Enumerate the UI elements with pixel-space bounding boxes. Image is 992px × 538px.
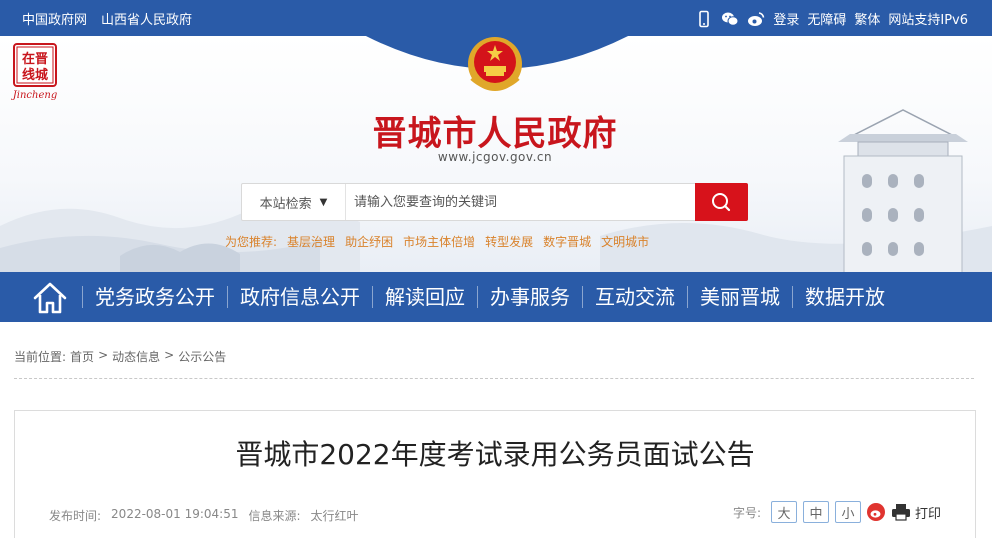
recommend-item[interactable]: 数字晋城 [543,233,591,250]
national-emblem-icon [468,37,522,91]
breadcrumb-news[interactable]: 动态信息 [112,348,160,365]
article-title: 晋城市2022年度考试录用公务员面试公告 [235,438,755,471]
breadcrumb: 当前位置: 首页 > 动态信息 > 公示公告 [14,348,226,365]
printer-icon [891,504,910,521]
recommend-item[interactable]: 助企纾困 [345,233,393,250]
traditional-chinese-link[interactable]: 繁体 [854,9,880,28]
font-small-button[interactable]: 小 [834,501,861,523]
search-scope-select[interactable]: 本站检索 ▼ [242,184,346,220]
top-bar: 中国政府网 山西省人民政府 登录 无障碍 繁体 网站支持IPv6 [0,0,992,36]
search-box: 本站检索 ▼ [241,183,748,221]
link-shanxi-gov[interactable]: 山西省人民政府 [101,9,192,28]
breadcrumb-home[interactable]: 首页 [70,348,94,365]
nav-item-open-data[interactable]: 数据开放 [793,272,897,322]
recommend-item[interactable]: 基层治理 [287,233,335,250]
nav-item-beautiful-jincheng[interactable]: 美丽晋城 [688,272,792,322]
publish-label: 发布时间: [49,509,102,523]
breadcrumb-separator: > [98,348,109,362]
print-button[interactable]: 打印 [891,503,941,522]
font-size-label: 字号: [732,505,761,520]
weibo-share-icon[interactable] [866,503,885,521]
source-label: 信息来源: [248,509,301,523]
article-tools: 字号: 大 中 小 打印 [733,501,941,523]
search-scope-label: 本站检索 [259,196,312,212]
article-panel: 晋城市2022年度考试录用公务员面试公告 发布时间: 2022-08-01 19… [14,410,976,538]
top-tools: 登录 无障碍 繁体 网站支持IPv6 [695,9,968,28]
divider [14,378,974,379]
search-input[interactable] [346,184,696,220]
font-medium-button[interactable]: 中 [802,501,829,523]
top-links: 中国政府网 山西省人民政府 [22,9,192,28]
recommend-bar: 为您推荐: 基层治理 助企纾困 市场主体倍增 转型发展 数字晋城 文明城市 [225,233,649,250]
print-label: 打印 [914,506,941,522]
publish-time: 2022-08-01 19:04:51 [111,507,239,521]
nav-item-interaction[interactable]: 互动交流 [583,272,687,322]
nav-item-party-affairs[interactable]: 党务政务公开 [83,272,227,322]
logo-text-line1: 在晋 [22,51,48,67]
nav-item-gov-info[interactable]: 政府信息公开 [228,272,372,322]
login-link[interactable]: 登录 [773,9,799,28]
nav-item-services[interactable]: 办事服务 [478,272,582,322]
breadcrumb-label: 当前位置: [14,350,67,364]
weibo-icon[interactable] [747,10,765,28]
site-header: 在晋 线城 Jincheng 晋城市人民政府 www.jcgov.gov.cn … [0,36,992,272]
link-china-gov[interactable]: 中国政府网 [22,9,87,28]
search-button[interactable] [695,183,748,221]
main-nav: 党务政务公开 政府信息公开 解读回应 办事服务 互动交流 美丽晋城 数据开放 [0,272,992,322]
caret-down-icon: ▼ [319,196,328,208]
article-meta: 发布时间: 2022-08-01 19:04:51 信息来源: 太行红叶 [49,507,359,524]
recommend-item[interactable]: 转型发展 [485,233,533,250]
breadcrumb-separator: > [164,348,175,362]
breadcrumb-announcements[interactable]: 公示公告 [178,348,226,365]
font-large-button[interactable]: 大 [770,501,797,523]
logo-caption: Jincheng [12,90,58,101]
site-title: 晋城市人民政府 [372,114,618,154]
wechat-icon[interactable] [721,10,739,28]
logo-text-line2: 线城 [22,67,48,83]
tower-illustration [838,109,968,272]
recommend-item[interactable]: 文明城市 [601,233,649,250]
source-value: 太行红叶 [310,509,359,523]
jincheng-logo[interactable]: 在晋 线城 Jincheng [12,42,58,101]
home-icon[interactable] [30,280,70,316]
recommend-label: 为您推荐: [225,235,278,249]
nav-items: 党务政务公开 政府信息公开 解读回应 办事服务 互动交流 美丽晋城 数据开放 [82,272,897,322]
site-url: www.jcgov.gov.cn [437,150,553,164]
nav-item-interpretation[interactable]: 解读回应 [373,272,477,322]
ipv6-badge: 网站支持IPv6 [888,13,968,28]
accessibility-link[interactable]: 无障碍 [807,9,846,28]
mobile-icon[interactable] [695,10,713,28]
recommend-item[interactable]: 市场主体倍增 [403,233,475,250]
search-icon [712,193,731,212]
